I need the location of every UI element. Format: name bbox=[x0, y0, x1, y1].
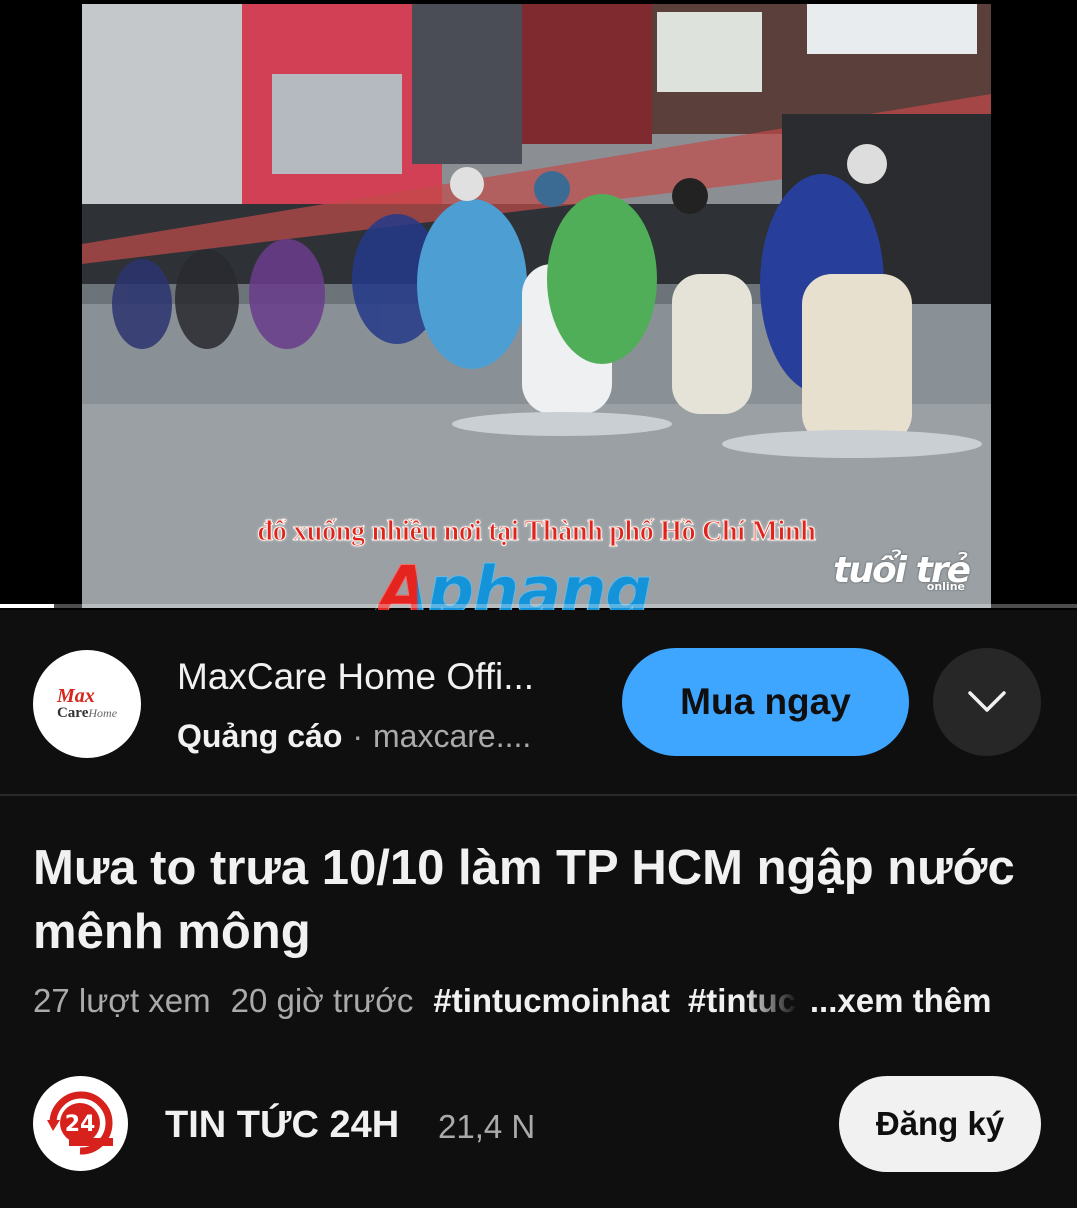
upload-time: 20 giờ trước bbox=[230, 982, 414, 1019]
video-player[interactable]: đổ xuống nhiều nơi tại Thành phố Hồ Chí … bbox=[0, 0, 1077, 624]
buy-now-button[interactable]: Mua ngay bbox=[622, 648, 909, 756]
progress-fill bbox=[0, 604, 54, 608]
ad-subtitle: Quảng cáo · maxcare.... bbox=[177, 718, 531, 755]
progress-bar[interactable] bbox=[0, 604, 1077, 608]
hashtag[interactable]: #tintucmoinhat bbox=[433, 982, 670, 1020]
tuoi-tre-logo: tuổi trẻ online bbox=[833, 550, 971, 593]
ad-logo-text: Max CareHome bbox=[56, 685, 118, 722]
view-count: 27 lượt xem bbox=[33, 982, 211, 1019]
ad-domain: maxcare.... bbox=[373, 718, 532, 754]
ad-banner[interactable]: Max CareHome MaxCare Home Offi... Quảng … bbox=[0, 610, 1077, 796]
channel-name[interactable]: TIN TỨC 24H bbox=[165, 1104, 399, 1147]
video-meta[interactable]: 27 lượt xem 20 giờ trước #tintucmoinhat #ti… bbox=[33, 982, 1033, 1026]
source-logo-sub: online bbox=[926, 580, 965, 593]
chevron-down-icon bbox=[968, 691, 1006, 712]
24h-channel-logo-icon: 24 bbox=[40, 1083, 121, 1164]
ad-expand-button[interactable] bbox=[933, 648, 1041, 756]
video-caption: đổ xuống nhiều nơi tại Thành phố Hồ Chí … bbox=[257, 516, 816, 548]
show-more-link[interactable]: ...xem thêm bbox=[810, 982, 992, 1020]
ad-title[interactable]: MaxCare Home Offi... bbox=[177, 656, 534, 698]
maxcare-logo-icon[interactable]: Max CareHome bbox=[33, 650, 141, 758]
ad-tag: Quảng cáo bbox=[177, 718, 343, 754]
hashtag[interactable]: #tintuc bbox=[688, 982, 798, 1020]
subscribe-button[interactable]: Đăng ký bbox=[839, 1076, 1041, 1172]
ad-separator: · bbox=[352, 718, 364, 754]
subscriber-count: 21,4 N bbox=[438, 1108, 536, 1145]
divider bbox=[0, 794, 1077, 796]
ad-logo-brand-bottom: Care bbox=[56, 705, 89, 722]
channel-avatar[interactable]: 24 bbox=[33, 1076, 128, 1171]
video-title[interactable]: Mưa to trưa 10/10 làm TP HCM ngập nước m… bbox=[33, 836, 1033, 964]
ad-logo-brand-top: Max bbox=[56, 685, 95, 708]
svg-text:24: 24 bbox=[65, 1112, 96, 1137]
ad-logo-brand-suffix: Home bbox=[88, 706, 118, 721]
video-frame: đổ xuống nhiều nơi tại Thành phố Hồ Chí … bbox=[82, 4, 991, 608]
